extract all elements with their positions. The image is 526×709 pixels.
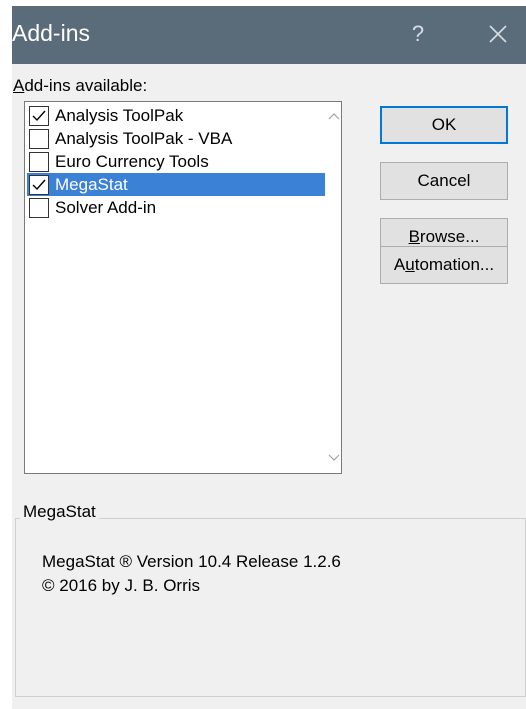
- title-bar[interactable]: Add-ins ?: [12, 6, 526, 64]
- help-button[interactable]: ?: [395, 14, 441, 54]
- list-item-megastat[interactable]: MegaStat: [27, 173, 325, 196]
- description-group-title: MegaStat: [20, 502, 99, 522]
- check-icon: [32, 179, 46, 190]
- list-item-analysis-toolpak-vba[interactable]: Analysis ToolPak - VBA: [27, 127, 325, 150]
- window-title: Add-ins: [12, 20, 90, 46]
- list-item-label: MegaStat: [55, 174, 128, 194]
- scroll-up-button[interactable]: [327, 108, 341, 124]
- list-item-label: Analysis ToolPak: [55, 105, 184, 125]
- cancel-button[interactable]: Cancel: [380, 162, 508, 200]
- list-item-label: Solver Add-in: [55, 197, 157, 217]
- automation-button[interactable]: Au tomation...: [380, 246, 508, 284]
- description-group: [15, 518, 526, 697]
- ok-button[interactable]: OK: [380, 106, 508, 144]
- checkbox[interactable]: [29, 151, 49, 172]
- addins-list[interactable]: Analysis ToolPak Analysis ToolPak - VBA …: [24, 101, 342, 474]
- description-line-2: © 2016 by J. B. Orris: [42, 576, 201, 595]
- checkbox[interactable]: [29, 128, 49, 149]
- list-item-label: Euro Currency Tools: [55, 151, 209, 171]
- close-icon: [489, 25, 507, 43]
- chevron-up-icon: [328, 113, 340, 120]
- list-item-solver-add-in[interactable]: Solver Add-in: [27, 196, 325, 219]
- checkbox[interactable]: [29, 197, 49, 218]
- scroll-down-button[interactable]: [327, 450, 341, 466]
- list-item-euro-currency-tools[interactable]: Euro Currency Tools: [27, 150, 325, 173]
- checkbox[interactable]: [29, 174, 49, 195]
- list-item-label: Analysis ToolPak - VBA: [55, 128, 233, 148]
- add-ins-dialog: Add-ins ? Add-ins available: Analysis To…: [12, 6, 526, 709]
- checkbox[interactable]: [29, 105, 49, 126]
- chevron-down-icon: [328, 454, 340, 461]
- close-button[interactable]: [475, 14, 521, 54]
- description-line-1: MegaStat ® Version 10.4 Release 1.2.6: [42, 552, 341, 571]
- check-icon: [32, 110, 46, 121]
- addins-available-label: Add-ins available:: [13, 76, 148, 95]
- list-item-analysis-toolpak[interactable]: Analysis ToolPak: [27, 104, 325, 127]
